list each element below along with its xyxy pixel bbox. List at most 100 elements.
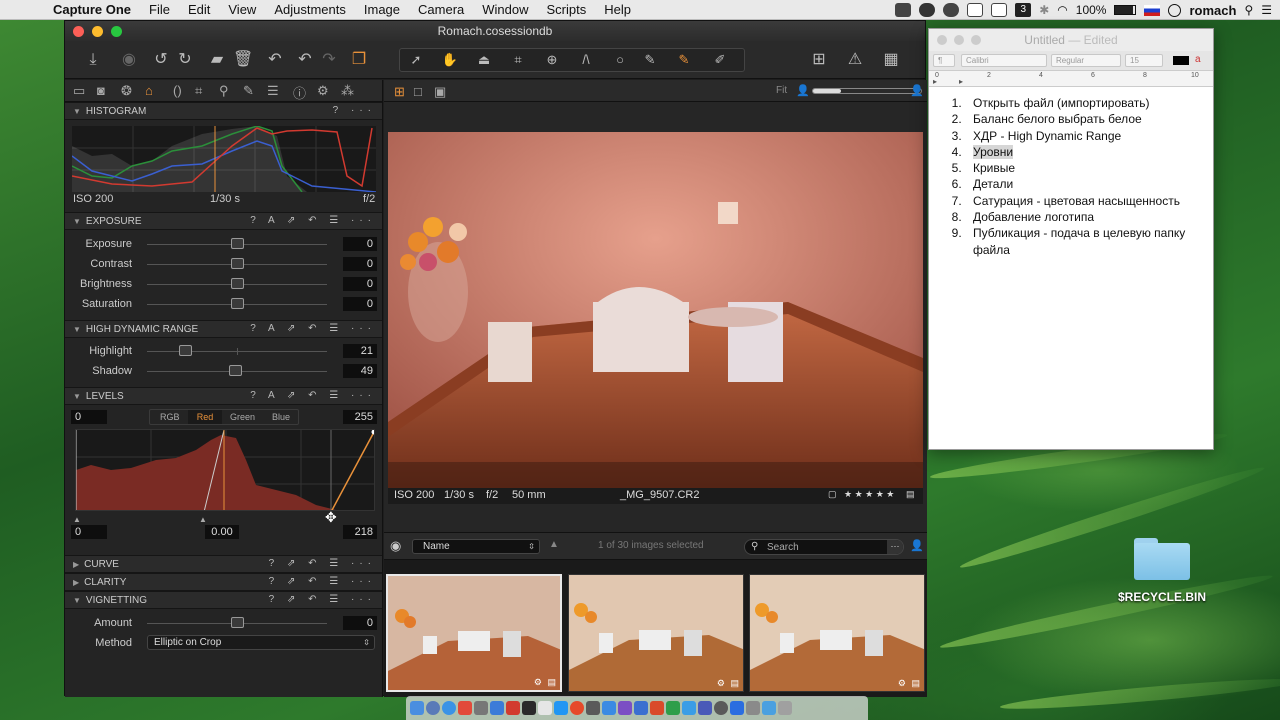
capture-one-icon[interactable] xyxy=(586,701,600,715)
rotate-tool-icon[interactable]: ⊕ xyxy=(542,50,562,70)
minimize-window-button[interactable] xyxy=(92,26,103,37)
redo-icon[interactable]: ↷ xyxy=(319,50,339,70)
section-tools[interactable]: ? A ⇗ ↶ ☰ ··· xyxy=(250,390,376,401)
sort-direction-icon[interactable]: ▲ xyxy=(549,539,559,550)
slider-value[interactable]: 0 xyxy=(343,257,377,271)
list-item[interactable]: Кривые xyxy=(965,160,1203,176)
reset-icon[interactable]: ↶ xyxy=(265,50,285,70)
menu-adjustments[interactable]: Adjustments xyxy=(265,2,355,17)
levels-header[interactable]: ▼ LEVELS ? A ⇗ ↶ ☰ ··· xyxy=(65,387,382,405)
thumbnail-info-icon[interactable]: ▤ xyxy=(911,678,920,689)
person-icon[interactable]: 👤 xyxy=(796,84,810,97)
curve-header[interactable]: ▶ CURVE ? ⇗ ↶ ☰ ··· xyxy=(65,555,382,573)
trash-icon[interactable]: 🗑 xyxy=(233,50,253,70)
vk-icon[interactable] xyxy=(698,701,712,715)
picker-icon[interactable]: ✎ xyxy=(674,50,694,70)
menu-app-name[interactable]: Capture One xyxy=(44,2,140,17)
font-family-select[interactable]: Calibri xyxy=(961,54,1047,67)
crop-icon[interactable]: ⌗ xyxy=(508,50,528,70)
minimize-window-button[interactable] xyxy=(954,35,964,45)
sort-select[interactable]: Name ⇳ xyxy=(412,539,540,554)
safari-icon[interactable] xyxy=(442,701,456,715)
rotate-left-icon[interactable]: ↺ xyxy=(151,50,171,70)
levels-output-high[interactable]: 218 xyxy=(343,525,377,539)
chrome-icon[interactable] xyxy=(570,701,584,715)
app-store-icon[interactable] xyxy=(602,701,616,715)
section-tools[interactable]: ? ··· xyxy=(333,105,376,116)
levels-graph[interactable] xyxy=(75,429,375,511)
excel-icon[interactable] xyxy=(666,701,680,715)
thumbnail-item[interactable]: ⚙ ▤ xyxy=(386,574,562,692)
section-tools[interactable]: ? ⇗ ↶ ☰ ··· xyxy=(269,576,376,587)
pan-icon[interactable]: ✋ xyxy=(440,50,460,70)
levels-white-handle[interactable]: ✥ xyxy=(325,509,337,526)
downloads-folder-icon[interactable] xyxy=(762,701,776,715)
list-item[interactable]: ХДР - High Dynamic Range xyxy=(965,128,1203,144)
select-cursor-icon[interactable]: ➚ xyxy=(406,50,426,70)
recycle-bin-item[interactable]: $RECYCLE.BIN xyxy=(1112,538,1212,604)
list-item[interactable]: Детали xyxy=(965,176,1203,192)
section-tools[interactable]: ? A ⇗ ↶ ☰ ··· xyxy=(250,215,376,226)
annotate-icon[interactable]: ✐ xyxy=(710,50,730,70)
time-machine-icon[interactable] xyxy=(714,701,728,715)
star-rating[interactable]: ★ ★ ★ ★ ★ xyxy=(844,489,894,500)
warning-icon[interactable]: ⚠ xyxy=(845,50,865,70)
close-window-button[interactable] xyxy=(73,26,84,37)
section-tools[interactable]: ? ⇗ ↶ ☰ ··· xyxy=(269,558,376,569)
check-icon[interactable] xyxy=(967,3,984,17)
thumbnail-adjust-icon[interactable]: ⚙ xyxy=(534,677,542,688)
levels-mid-handle[interactable]: ▲ xyxy=(199,515,207,524)
levels-input-high[interactable]: 255 xyxy=(343,410,377,424)
list-item[interactable]: Уровни xyxy=(965,144,1203,160)
exposure-header[interactable]: ▼ EXPOSURE ? A ⇗ ↶ ☰ ··· xyxy=(65,212,382,230)
zoom-fit-label[interactable]: Fit xyxy=(776,85,787,96)
menu-edit[interactable]: Edit xyxy=(179,2,219,17)
vignetting-header[interactable]: ▼ VIGNETTING ? ⇗ ↶ ☰ ··· xyxy=(65,591,382,609)
slider-value[interactable]: 49 xyxy=(343,364,377,378)
viber-icon[interactable] xyxy=(618,701,632,715)
slider-knob[interactable] xyxy=(178,345,192,356)
single-view-icon[interactable]: □ xyxy=(414,84,422,99)
copy-adjustments-icon[interactable]: ❐ xyxy=(349,50,369,70)
battery-icon[interactable] xyxy=(1114,5,1137,15)
crop-tab-icon[interactable]: ⌗ xyxy=(195,83,202,99)
list-item[interactable]: Публикация - подача в целевую папку файл… xyxy=(965,225,1203,258)
section-tools[interactable]: ? ⇗ ↶ ☰ ··· xyxy=(269,594,376,605)
multi-view-icon[interactable]: ⊞ xyxy=(394,84,405,100)
slider-knob[interactable] xyxy=(231,617,244,628)
menu-window[interactable]: Window xyxy=(473,2,537,17)
zoom-window-button[interactable] xyxy=(111,26,122,37)
quicktime-icon[interactable] xyxy=(730,701,744,715)
clarity-header[interactable]: ▶ CLARITY ? ⇗ ↶ ☰ ··· xyxy=(65,573,382,591)
itunes-icon[interactable] xyxy=(458,701,472,715)
workspace-grid-icon[interactable]: ⊞ xyxy=(809,50,829,70)
main-photo[interactable] xyxy=(388,132,923,488)
system-preferences-icon[interactable] xyxy=(474,701,488,715)
levels-midtone-value[interactable]: 0.00 xyxy=(205,525,239,539)
word-icon[interactable] xyxy=(634,701,648,715)
color-tab-icon[interactable]: ❂ xyxy=(121,83,132,99)
font-size-select[interactable]: 15 xyxy=(1125,54,1163,67)
paragraph-style-select[interactable]: ¶ xyxy=(933,54,955,67)
rotate-right-icon[interactable]: ↻ xyxy=(175,50,195,70)
person-icon[interactable]: 👤 xyxy=(910,539,924,552)
eye-icon[interactable]: ◉ xyxy=(390,538,401,554)
list-item[interactable]: Добавление логотипа xyxy=(965,209,1203,225)
powerpoint-icon[interactable] xyxy=(650,701,664,715)
channel-rgb[interactable]: RGB xyxy=(160,412,180,422)
metadata-tab-icon[interactable]: ⓘ xyxy=(293,83,306,102)
menu-help[interactable]: Help xyxy=(595,2,640,17)
textedit-icon[interactable] xyxy=(538,701,552,715)
notification-center-icon[interactable]: ☰ xyxy=(1261,3,1272,17)
person-icon[interactable]: 👤 xyxy=(910,84,924,97)
undo-icon[interactable]: ↶ xyxy=(295,50,315,70)
finder-icon[interactable] xyxy=(410,701,424,715)
trash-icon[interactable] xyxy=(778,701,792,715)
menu-camera[interactable]: Camera xyxy=(409,2,473,17)
list-item[interactable]: Сатурация - цветовая насыщенность xyxy=(965,193,1203,209)
details-tab-icon[interactable]: ⚲ xyxy=(219,83,229,99)
channel-green[interactable]: Green xyxy=(230,412,255,422)
flag-icon[interactable] xyxy=(1144,4,1161,16)
levels-input-low[interactable]: 0 xyxy=(71,410,107,424)
font-style-select[interactable]: Regular xyxy=(1051,54,1121,67)
